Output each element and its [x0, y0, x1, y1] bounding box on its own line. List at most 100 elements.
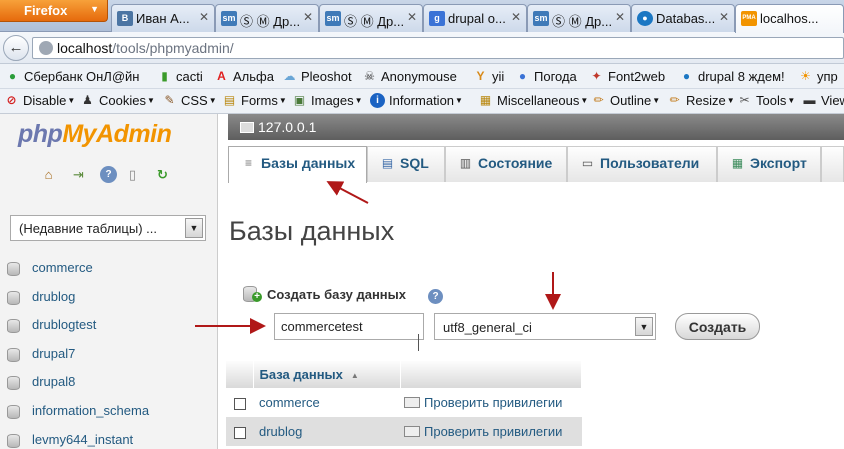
phpmyadmin-logo[interactable]: phpMyAdmin — [18, 120, 172, 149]
bookmark-label: drupal 8 ждем! — [698, 69, 785, 84]
browser-tab[interactable]: sm Ⓢ Ⓜ Др... ✕ — [527, 4, 631, 32]
bookmark-font2web[interactable]: ✦ Font2web — [588, 69, 665, 84]
sm-icon: sm — [533, 11, 549, 26]
dev-menu-information[interactable]: i Information▼ — [370, 93, 463, 108]
database-tree-item[interactable]: information_schema — [0, 399, 218, 428]
tab-label: Databas... — [656, 11, 716, 26]
table-header-database[interactable]: База данных ▲ — [253, 361, 401, 388]
dev-menu-forms[interactable]: ▤ Forms▼ — [222, 93, 287, 108]
url-path: /tools/phpmyadmin/ — [112, 40, 234, 56]
documentation-icon[interactable]: ▯ — [124, 166, 141, 183]
font2web-icon: ✦ — [591, 69, 602, 83]
tab-label: Ⓢ Ⓜ Др... — [240, 14, 301, 29]
bookmark-yii[interactable]: Yyii — [472, 69, 504, 84]
privileges-icon — [404, 397, 420, 408]
dev-menu-disable[interactable]: ⊘ Disable▼ — [4, 93, 75, 108]
close-icon[interactable]: ✕ — [511, 10, 521, 24]
bookmark-sberbank[interactable]: ● Сбербанк ОнЛ@йн — [4, 69, 140, 84]
help-icon[interactable]: ? — [428, 289, 443, 304]
back-button[interactable]: ← — [3, 35, 29, 61]
bookmark-anonymouse[interactable]: ☠ Anonymouse — [361, 69, 457, 84]
server-breadcrumb: 127.0.0.1 — [228, 114, 844, 140]
tab-databases[interactable]: ≡ Базы данных — [228, 146, 367, 183]
database-icon — [7, 433, 20, 448]
dev-menu-css[interactable]: ✎ CSS▼ — [162, 93, 216, 108]
database-tree-item[interactable]: drupal8 — [0, 370, 218, 399]
bookmark-alfa[interactable]: A Альфа — [213, 69, 274, 84]
browser-tab[interactable]: sm Ⓢ Ⓜ Др... ✕ — [215, 4, 319, 32]
close-icon[interactable]: ✕ — [303, 10, 313, 24]
databases-icon: ≡ — [244, 156, 252, 170]
chevron-down-icon: ▼ — [146, 96, 155, 105]
database-tree-item[interactable]: levmy644_instant — [0, 428, 218, 449]
database-tree-item[interactable]: drublogtest — [0, 313, 218, 342]
column-header-label: База данных — [259, 367, 343, 382]
database-link[interactable]: drublog — [259, 424, 302, 439]
bookmark-label: Погода — [534, 69, 577, 84]
bookmark-drupal8[interactable]: ● drupal 8 ждем! — [678, 69, 785, 84]
check-privileges-link[interactable]: Проверить привилегии — [424, 424, 562, 439]
images-icon: ▣ — [293, 93, 306, 107]
recent-tables-value: (Недавние таблицы) ... — [19, 221, 157, 236]
row-checkbox[interactable] — [233, 426, 246, 439]
check-privileges-link[interactable]: Проверить привилегии — [424, 395, 562, 410]
dev-menu-label: Resize — [686, 93, 726, 108]
dev-menu-outline[interactable]: ✏ Outline▼ — [591, 93, 660, 108]
drupal-icon: ● — [637, 11, 653, 26]
browser-tab[interactable]: ● Databas... ✕ — [631, 4, 735, 32]
chevron-down-icon: ▼ — [455, 96, 463, 105]
server-name[interactable]: 127.0.0.1 — [258, 119, 316, 135]
table-header-cell — [400, 361, 582, 388]
tab-status[interactable]: ▥ Состояние — [445, 146, 567, 182]
tab-export[interactable]: ▦ Экспорт — [717, 146, 821, 182]
close-icon[interactable]: ✕ — [199, 10, 209, 24]
web-developer-toolbar: ⊘ Disable▼ ♟ Cookies▼ ✎ CSS▼ ▤ Forms▼ ▣ Image… — [0, 89, 844, 114]
database-link[interactable]: commerce — [259, 395, 320, 410]
close-icon[interactable]: ✕ — [719, 10, 729, 24]
database-name-input[interactable] — [274, 313, 424, 340]
bookmark-pleoshot[interactable]: ☁ Pleoshot — [281, 69, 352, 84]
browser-tab-active[interactable]: PMA localhos... — [735, 4, 844, 33]
dev-menu-resize[interactable]: ✏ Resize▼ — [667, 93, 734, 108]
close-icon[interactable]: ✕ — [615, 10, 625, 24]
firefox-menu-button[interactable]: Firefox ▼ — [0, 0, 108, 22]
status-icon: ▥ — [459, 156, 472, 170]
bookmark-cacti[interactable]: ▮ cacti — [156, 69, 203, 84]
dev-menu-tools[interactable]: ✂ Tools▼ — [737, 93, 795, 108]
tab-label: Иван А... — [136, 11, 190, 26]
create-database-label: + Создать базу данных — [243, 286, 406, 302]
browser-tab[interactable]: sm Ⓢ Ⓜ Др... ✕ — [319, 4, 423, 32]
help-icon[interactable]: ? — [100, 166, 117, 183]
chevron-down-icon: ▼ — [635, 317, 653, 336]
close-icon[interactable]: ✕ — [407, 10, 417, 24]
recent-tables-select[interactable]: (Недавние таблицы) ... ▼ — [10, 215, 206, 241]
row-checkbox[interactable] — [233, 397, 246, 410]
create-database-button[interactable]: Создать — [675, 313, 760, 340]
database-tree-item[interactable]: drublog — [0, 285, 218, 314]
tab-more[interactable] — [821, 146, 844, 182]
dev-menu-cookies[interactable]: ♟ Cookies▼ — [80, 93, 155, 108]
logout-icon[interactable]: ⇥ — [70, 166, 87, 183]
browser-tab[interactable]: g drupal o... ✕ — [423, 4, 527, 32]
reload-icon[interactable]: ↻ — [154, 166, 171, 183]
address-bar[interactable]: localhost/tools/phpmyadmin/ — [32, 37, 844, 59]
dev-menu-view[interactable]: ▬ View — [802, 93, 844, 108]
tab-label: localhos... — [760, 11, 819, 26]
tab-label: Пользователи — [600, 155, 700, 171]
dev-menu-miscellaneous[interactable]: ▦ Miscellaneous▼ — [478, 93, 588, 108]
database-name-cell: drublog — [253, 417, 400, 446]
browser-tab[interactable]: B Иван А... ✕ — [111, 4, 215, 32]
view-icon: ▬ — [803, 93, 816, 107]
tab-sql[interactable]: ▤ SQL — [367, 146, 445, 182]
bookmark-weather[interactable]: ● Погода — [514, 69, 577, 84]
database-icon — [7, 347, 20, 362]
bookmark-upr[interactable]: ☀ упр — [797, 69, 838, 84]
bookmark-label: Anonymouse — [381, 69, 457, 84]
tab-users[interactable]: ▭ Пользователи — [567, 146, 717, 182]
database-tree-item[interactable]: drupal7 — [0, 342, 218, 371]
disable-icon: ⊘ — [6, 93, 17, 107]
home-icon[interactable]: ⌂ — [40, 166, 57, 183]
database-tree-item[interactable]: commerce — [0, 256, 218, 285]
collation-select[interactable]: utf8_general_ci ▼ — [434, 313, 656, 340]
dev-menu-images[interactable]: ▣ Images▼ — [292, 93, 363, 108]
